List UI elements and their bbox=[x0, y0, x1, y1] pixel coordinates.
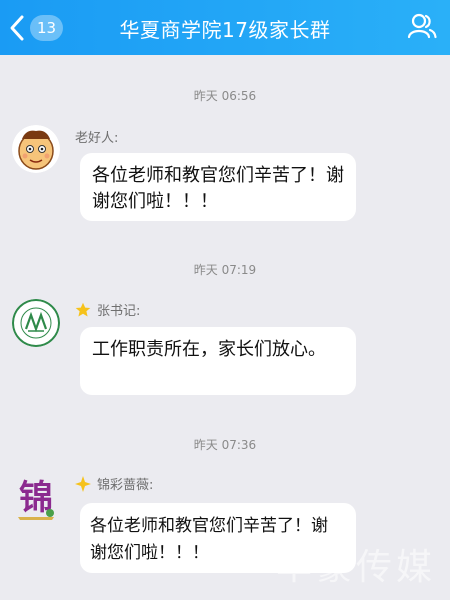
message-text: 工作职责所在，家长们放心。 bbox=[92, 339, 326, 360]
message-text: 各位老师和教官您们辛苦了！谢谢您们啦！！！ bbox=[92, 165, 344, 212]
avatar[interactable] bbox=[12, 299, 60, 347]
cartoon-face-icon bbox=[12, 125, 60, 173]
watermark: 华豪传媒 bbox=[275, 547, 436, 588]
sender-name-text: 张书记: bbox=[97, 304, 141, 319]
sender-name: 锦彩蔷薇: bbox=[75, 474, 153, 493]
timestamp: 昨天 07:36 bbox=[193, 438, 257, 452]
timestamp: 昨天 06:56 bbox=[193, 89, 257, 103]
avatar[interactable] bbox=[12, 125, 60, 173]
message-bubble[interactable]: 工作职责所在，家长们放心。 bbox=[80, 327, 356, 395]
timestamp: 昨天 07:19 bbox=[193, 263, 257, 277]
school-logo-icon bbox=[12, 299, 60, 347]
page-title: 华夏商学院17级家长群 bbox=[119, 18, 331, 42]
sender-name: 老好人: bbox=[75, 127, 118, 146]
message-list[interactable]: 昨天 06:56 老好人: 各位老师和教官您们辛苦了！谢谢您们啦！！！ 昨天 0… bbox=[0, 55, 450, 600]
sparkle-icon bbox=[75, 475, 91, 492]
sender-name-text: 锦彩蔷薇: bbox=[97, 478, 154, 493]
message-bubble[interactable]: 各位老师和教官您们辛苦了！谢谢您们啦！！！ bbox=[80, 153, 356, 221]
star-icon bbox=[75, 302, 91, 316]
brocade-character-avatar: 锦 bbox=[12, 473, 60, 521]
sender-name: 张书记: bbox=[75, 300, 140, 319]
sender-name-text: 老好人: bbox=[75, 131, 119, 146]
group-members-icon[interactable] bbox=[406, 10, 438, 42]
chat-header: 13 华夏商学院17级家长群 bbox=[0, 0, 450, 55]
avatar[interactable]: 锦 bbox=[12, 473, 60, 521]
